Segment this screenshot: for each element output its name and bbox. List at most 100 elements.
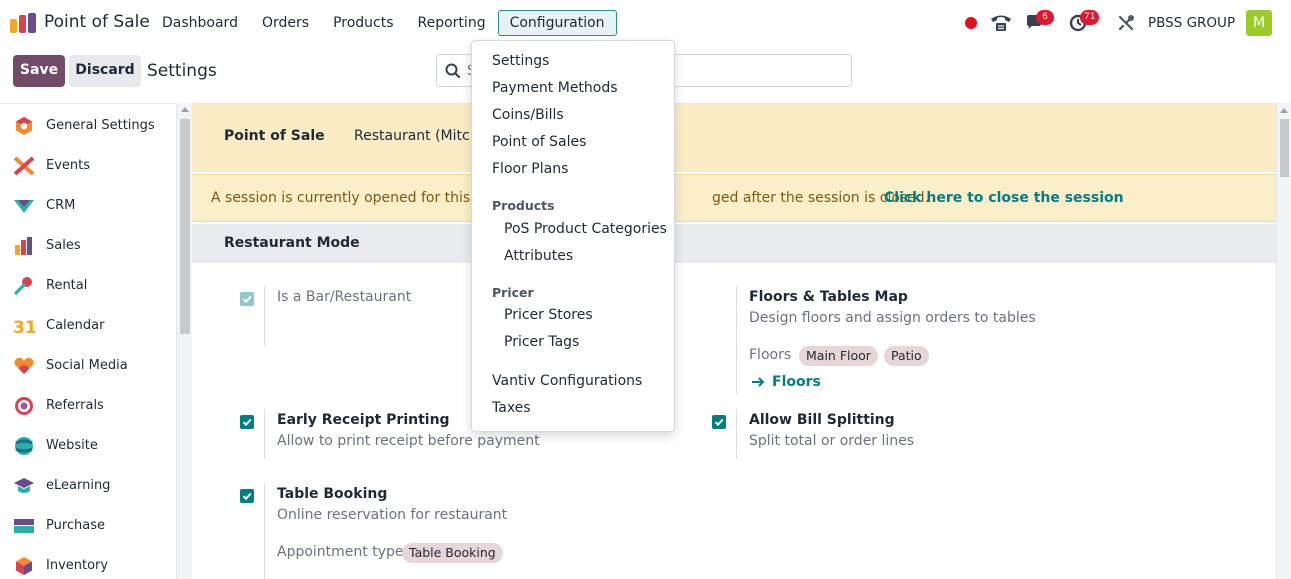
sidebar-scrollbar[interactable] <box>176 103 192 579</box>
sidebar-item-elearning[interactable]: eLearning <box>0 466 176 506</box>
tab-point-of-sale[interactable]: Point of Sale <box>224 128 325 144</box>
early-receipt-title: Early Receipt Printing <box>277 412 450 428</box>
appointment-type-label: Appointment type <box>277 544 404 560</box>
bar-restaurant-label: Is a Bar/Restaurant <box>277 289 412 305</box>
dropdown-item-floor-plans[interactable]: Floor Plans <box>492 161 568 177</box>
debug-tools-icon[interactable] <box>1117 14 1135 32</box>
dropdown-item-coins-bills[interactable]: Coins/Bills <box>492 107 564 123</box>
settings-sidebar: General Settings Events CRM Sales Rental <box>0 103 176 579</box>
elearning-icon <box>14 478 34 493</box>
sidebar-item-general-settings[interactable]: General Settings <box>0 106 176 146</box>
referrals-icon <box>15 397 33 415</box>
main-menu: Dashboard Orders Products Reporting Conf… <box>150 10 617 36</box>
dropdown-item-taxes[interactable]: Taxes <box>492 400 531 416</box>
menu-products[interactable]: Products <box>321 10 405 36</box>
settings-main-area: Point of Sale Restaurant (Mitche A sessi… <box>192 103 1276 579</box>
sidebar-item-label: Social Media <box>46 358 128 373</box>
sidebar-item-rental[interactable]: Rental <box>0 266 176 306</box>
point-of-sale-logo-icon[interactable] <box>10 13 36 33</box>
events-icon <box>13 156 35 176</box>
floors-map-title: Floors & Tables Map <box>749 289 908 305</box>
dropdown-item-pricer-tags[interactable]: Pricer Tags <box>504 334 579 350</box>
sidebar-item-label: Inventory <box>46 558 109 573</box>
activity-count-badge: 71 <box>1080 10 1100 25</box>
dropdown-item-vantiv-configurations[interactable]: Vantiv Configurations <box>492 373 642 389</box>
menu-orders[interactable]: Orders <box>250 10 321 36</box>
phone-icon[interactable] <box>990 13 1012 33</box>
floor-tag-main-floor[interactable]: Main Floor <box>799 346 878 366</box>
floors-link[interactable]: Floors <box>772 374 821 390</box>
section-header: Restaurant Mode <box>192 224 1276 263</box>
dropdown-item-attributes[interactable]: Attributes <box>504 248 573 264</box>
social-media-icon <box>14 357 34 374</box>
recording-dot-icon[interactable] <box>965 17 977 29</box>
setting-divider <box>264 483 265 579</box>
section-title: Restaurant Mode <box>224 235 360 251</box>
close-session-link[interactable]: Click here to close the session <box>884 190 1124 206</box>
save-button[interactable]: Save <box>13 55 65 87</box>
sidebar-item-calendar[interactable]: 31 Calendar <box>0 306 176 346</box>
bill-split-desc: Split total or order lines <box>749 433 915 449</box>
floors-map-desc: Design floors and assign orders to table… <box>749 310 1036 326</box>
scroll-up-arrow-icon[interactable] <box>1280 108 1288 113</box>
sidebar-item-label: Calendar <box>46 318 105 333</box>
sidebar-item-website[interactable]: Website <box>0 426 176 466</box>
inventory-icon <box>16 557 32 575</box>
dropdown-header-products: Products <box>492 198 555 213</box>
menu-reporting[interactable]: Reporting <box>406 10 498 36</box>
arrow-right-icon[interactable] <box>751 376 765 388</box>
settings-tabs-band: Point of Sale Restaurant (Mitche <box>192 104 1276 172</box>
setting-divider <box>736 409 737 459</box>
sidebar-item-events[interactable]: Events <box>0 146 176 186</box>
sidebar-item-crm[interactable]: CRM <box>0 186 176 226</box>
app-name[interactable]: Point of Sale <box>44 12 150 32</box>
chat-count-badge: 6 <box>1036 10 1054 25</box>
dropdown-header-pricer: Pricer <box>492 285 534 300</box>
menu-configuration[interactable]: Configuration <box>497 10 617 36</box>
discard-button[interactable]: Discard <box>69 55 141 87</box>
bar-restaurant-checkbox[interactable] <box>240 292 254 306</box>
early-receipt-checkbox[interactable] <box>240 415 254 429</box>
main-scroll-thumb[interactable] <box>1280 119 1289 177</box>
bill-split-title: Allow Bill Splitting <box>749 412 895 428</box>
purchase-icon <box>14 519 34 533</box>
sidebar-item-label: Referrals <box>46 398 104 413</box>
checkmark-icon <box>242 295 252 304</box>
setting-divider <box>264 286 265 346</box>
crm-icon <box>14 200 34 213</box>
sidebar-scroll-thumb[interactable] <box>180 119 190 334</box>
menu-dashboard[interactable]: Dashboard <box>150 10 250 36</box>
sidebar-item-label: Purchase <box>46 518 106 533</box>
early-receipt-desc: Allow to print receipt before payment <box>277 433 540 449</box>
floor-tag-patio[interactable]: Patio <box>884 346 929 366</box>
scroll-up-arrow-icon[interactable] <box>181 107 189 112</box>
checkmark-icon <box>242 418 252 427</box>
dropdown-item-settings[interactable]: Settings <box>492 53 549 69</box>
sidebar-item-label: Sales <box>46 238 81 253</box>
sidebar-item-sales[interactable]: Sales <box>0 226 176 266</box>
sidebar-item-purchase[interactable]: Purchase <box>0 506 176 546</box>
main-scrollbar[interactable] <box>1276 103 1291 579</box>
dropdown-item-payment-methods[interactable]: Payment Methods <box>492 80 618 96</box>
table-booking-checkbox[interactable] <box>240 489 254 503</box>
checkmark-icon <box>242 492 252 501</box>
company-switcher[interactable]: PBSS GROUP <box>1148 15 1235 31</box>
sidebar-item-referrals[interactable]: Referrals <box>0 386 176 426</box>
dropdown-item-pricer-stores[interactable]: Pricer Stores <box>504 307 593 323</box>
rental-icon <box>14 277 32 295</box>
sidebar-item-label: Website <box>46 438 98 453</box>
dropdown-item-point-of-sales[interactable]: Point of Sales <box>492 134 586 150</box>
sidebar-item-inventory[interactable]: Inventory <box>0 546 176 579</box>
calendar-icon-number: 31 <box>13 318 35 336</box>
dropdown-item-pos-product-categories[interactable]: PoS Product Categories <box>504 221 667 237</box>
bill-split-checkbox[interactable] <box>712 415 726 429</box>
general-settings-icon <box>16 117 32 135</box>
sidebar-item-social-media[interactable]: Social Media <box>0 346 176 386</box>
sidebar-item-label: eLearning <box>46 478 111 493</box>
tab-restaurant[interactable]: Restaurant (Mitche <box>354 128 487 144</box>
page-title: Settings <box>147 61 217 81</box>
user-avatar[interactable]: M <box>1246 10 1272 36</box>
alert-text-start: A session is currently opened for this P… <box>211 190 501 206</box>
configuration-dropdown: Settings Payment Methods Coins/Bills Poi… <box>471 40 675 432</box>
appointment-type-tag[interactable]: Table Booking <box>402 543 503 563</box>
